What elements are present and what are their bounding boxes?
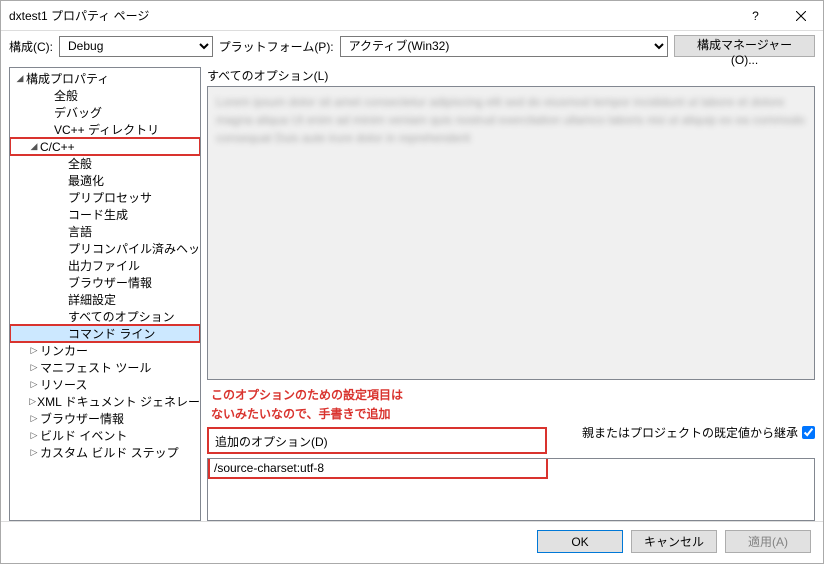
tree-item[interactable]: プリプロセッサ (10, 189, 200, 206)
extra-options-label: 追加のオプション(D) (215, 433, 539, 450)
tree-item-label: カスタム ビルド ステップ (40, 444, 179, 461)
all-options-label: すべてのオプション(L) (207, 67, 815, 84)
tree-arrow-icon: ◢ (14, 73, 26, 84)
tree-item[interactable]: ▷カスタム ビルド ステップ (10, 444, 200, 461)
config-label: 構成(C): (9, 38, 53, 55)
tree-item[interactable]: 全般 (10, 87, 200, 104)
tree-item[interactable]: すべてのオプション (10, 308, 200, 325)
tree-item[interactable]: ▷リンカー (10, 342, 200, 359)
tree-item-label: コード生成 (68, 206, 128, 223)
ok-button[interactable]: OK (537, 530, 623, 553)
titlebar: dxtest1 プロパティ ページ ? (1, 1, 823, 31)
tree-item[interactable]: デバッグ (10, 104, 200, 121)
tree-item-label: 言語 (68, 223, 92, 240)
tree-item-label: すべてのオプション (68, 308, 175, 325)
tree-item-label: プリコンパイル済みヘッ (68, 240, 200, 257)
tree-item-label: 構成プロパティ (26, 70, 109, 87)
tree-arrow-icon: ◢ (28, 141, 40, 152)
toolbar: 構成(C): Debug プラットフォーム(P): アクティブ(Win32) 構… (1, 31, 823, 61)
tree-item-label: リンカー (40, 342, 88, 359)
tree-item[interactable]: コマンド ライン (10, 325, 200, 342)
window-title: dxtest1 プロパティ ページ (9, 7, 733, 24)
extra-options-textarea[interactable] (208, 479, 814, 517)
config-manager-button[interactable]: 構成マネージャー(O)... (674, 35, 815, 57)
apply-button[interactable]: 適用(A) (725, 530, 811, 553)
close-icon (796, 11, 806, 21)
tree-item[interactable]: VC++ ディレクトリ (10, 121, 200, 138)
tree-item-label: コマンド ライン (68, 325, 155, 342)
tree-item-label: ビルド イベント (40, 427, 127, 444)
extra-options-header-box: 追加のオプション(D) (207, 427, 547, 454)
help-button[interactable]: ? (733, 1, 778, 31)
tree-item-label: 全般 (68, 155, 92, 172)
tree-item-label: VC++ ディレクトリ (54, 121, 159, 138)
tree-arrow-icon: ▷ (28, 362, 40, 373)
tree-item[interactable]: ブラウザー情報 (10, 274, 200, 291)
tree-item-label: XML ドキュメント ジェネレー (37, 393, 200, 410)
platform-label: プラットフォーム(P): (219, 38, 334, 55)
footer: OK キャンセル 適用(A) (1, 521, 823, 561)
tree-arrow-icon: ▷ (28, 413, 40, 424)
tree-item-label: 詳細設定 (68, 291, 116, 308)
tree-item[interactable]: 出力ファイル (10, 257, 200, 274)
cancel-button[interactable]: キャンセル (631, 530, 717, 553)
tree-item[interactable]: プリコンパイル済みヘッ (10, 240, 200, 257)
tree-item-label: プリプロセッサ (68, 189, 152, 206)
tree-item-label: リソース (40, 376, 87, 393)
content-pane: すべてのオプション(L) Lorem ipsum dolor sit amet … (207, 67, 815, 521)
tree-item[interactable]: 言語 (10, 223, 200, 240)
tree-item[interactable]: コード生成 (10, 206, 200, 223)
tree-item[interactable]: ◢C/C++ (10, 138, 200, 155)
tree-item[interactable]: ▷リソース (10, 376, 200, 393)
tree-item[interactable]: ▷XML ドキュメント ジェネレー (10, 393, 200, 410)
close-button[interactable] (778, 1, 823, 31)
all-options-textbox[interactable]: Lorem ipsum dolor sit amet consectetur a… (207, 86, 815, 380)
inherit-label: 親またはプロジェクトの既定値から継承 (582, 424, 798, 441)
tree-item[interactable]: 最適化 (10, 172, 200, 189)
all-options-content: Lorem ipsum dolor sit amet consectetur a… (216, 93, 806, 147)
extra-options-input[interactable] (210, 459, 546, 477)
tree-arrow-icon: ▷ (28, 345, 40, 356)
user-annotation: このオプションのための設定項目は ないみたいなので、手書きで追加 (211, 385, 403, 422)
tree-item[interactable]: 詳細設定 (10, 291, 200, 308)
tree-item[interactable]: ▷ブラウザー情報 (10, 410, 200, 427)
platform-select[interactable]: アクティブ(Win32) (340, 36, 668, 57)
tree-arrow-icon: ▷ (28, 447, 40, 458)
tree-item[interactable]: ◢構成プロパティ (10, 70, 200, 87)
tree-item-label: ブラウザー情報 (40, 410, 124, 427)
tree-item-label: 最適化 (68, 172, 104, 189)
tree-item[interactable]: 全般 (10, 155, 200, 172)
tree-item[interactable]: ▷マニフェスト ツール (10, 359, 200, 376)
tree-item-label: デバッグ (54, 104, 102, 121)
tree-item-label: C/C++ (40, 140, 75, 154)
tree-item-label: マニフェスト ツール (40, 359, 151, 376)
tree-arrow-icon: ▷ (28, 430, 40, 441)
tree-item[interactable]: ▷ビルド イベント (10, 427, 200, 444)
tree-arrow-icon: ▷ (28, 396, 37, 407)
tree-arrow-icon: ▷ (28, 379, 40, 390)
extra-options-wrapper (207, 458, 815, 521)
tree-item-label: 出力ファイル (68, 257, 140, 274)
tree-item-label: 全般 (54, 87, 78, 104)
inherit-checkbox[interactable] (802, 426, 815, 439)
config-select[interactable]: Debug (59, 36, 213, 57)
tree-item-label: ブラウザー情報 (68, 274, 152, 291)
nav-tree[interactable]: ◢構成プロパティ全般デバッグVC++ ディレクトリ◢C/C++全般最適化プリプロ… (9, 67, 201, 521)
